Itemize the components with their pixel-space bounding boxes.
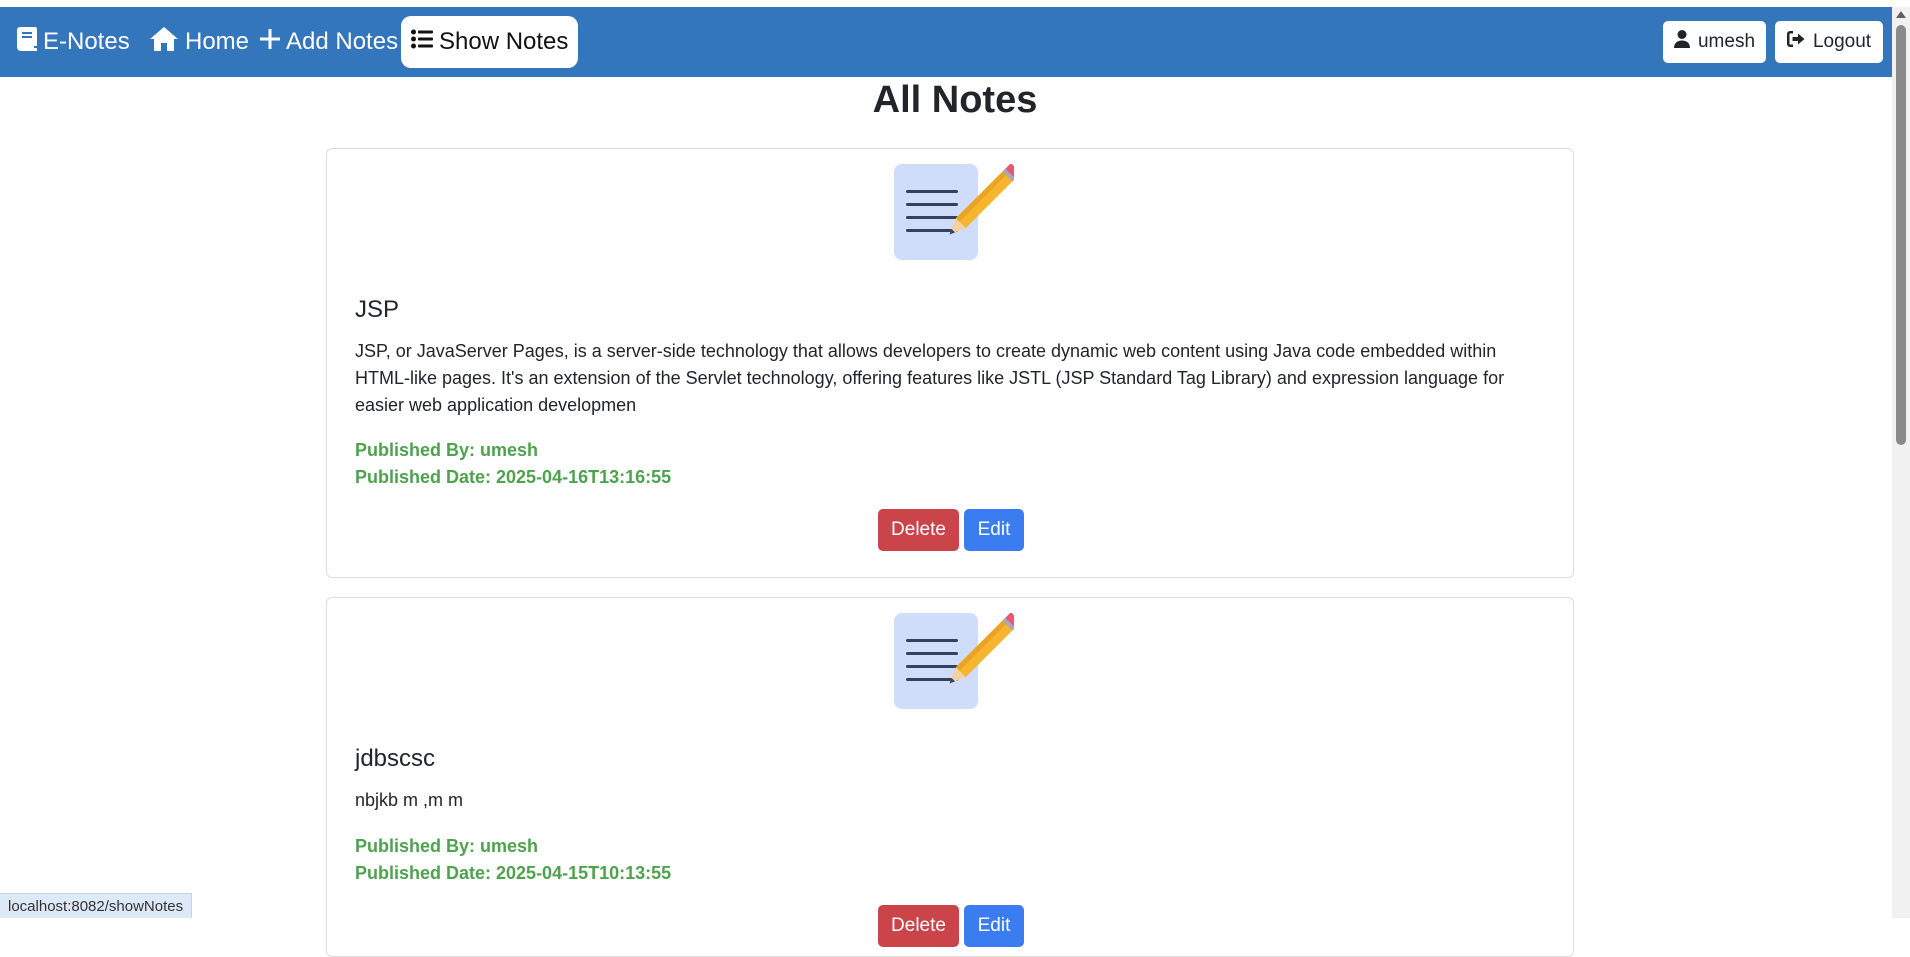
nav-home[interactable]: Home (149, 16, 249, 68)
note-published-date: Published Date: 2025-04-16T13:16:55 (355, 467, 672, 487)
note-card: JSP JSP, or JavaServer Pages, is a serve… (326, 148, 1574, 578)
logout-button[interactable]: Logout (1775, 21, 1883, 63)
logout-icon (1786, 31, 1805, 53)
page-title: All Notes (872, 79, 1038, 121)
brand-link[interactable]: E-Notes (17, 16, 130, 68)
delete-button[interactable]: Delete (878, 905, 959, 947)
note-card: jdbscsc nbjkb m ,m m Published By: umesh… (326, 597, 1574, 957)
nav-show-notes-label: Show Notes (439, 28, 569, 55)
note-content: nbjkb m ,m m (355, 790, 464, 810)
edit-button[interactable]: Edit (964, 509, 1024, 551)
home-icon (149, 26, 179, 59)
note-pencil-icon (894, 612, 1021, 713)
note-title: JSP (355, 296, 400, 323)
note-content: JSP, or JavaServer Pages, is a server-si… (355, 341, 1505, 415)
delete-button[interactable]: Delete (878, 509, 959, 551)
note-published-date: Published Date: 2025-04-15T10:13:55 (355, 863, 672, 883)
plus-icon (260, 28, 280, 56)
note-title: jdbscsc (355, 745, 436, 772)
nav-add-notes-label: Add Notes (286, 28, 399, 55)
user-button[interactable]: umesh (1663, 21, 1766, 63)
note-pencil-icon (894, 163, 1021, 264)
user-icon (1673, 30, 1690, 54)
page-scrollbar[interactable] (1892, 7, 1910, 918)
nav-show-notes[interactable]: Show Notes (401, 16, 579, 68)
note-published-by: Published By: umesh (355, 836, 539, 856)
edit-button[interactable]: Edit (964, 905, 1024, 947)
list-icon (411, 28, 433, 56)
brand-label: E-Notes (43, 28, 130, 55)
book-icon (17, 26, 37, 58)
scrollbar-thumb[interactable] (1896, 25, 1906, 445)
nav-add-notes[interactable]: Add Notes (260, 16, 398, 68)
nav-home-label: Home (185, 28, 250, 55)
scroll-up-arrow-icon[interactable] (1896, 11, 1906, 18)
navbar: E-Notes Home Add Notes Show Notes umesh … (0, 7, 1910, 77)
user-label: umesh (1697, 31, 1756, 52)
logout-label: Logout (1812, 31, 1872, 52)
browser-status-url: localhost:8082/showNotes (0, 893, 193, 918)
note-published-by: Published By: umesh (355, 440, 539, 460)
